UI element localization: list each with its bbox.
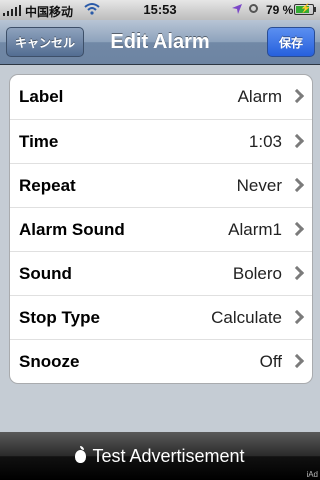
chevron-right-icon [289,353,305,369]
row-value: Never [236,176,282,195]
row-value: Alarm1 [228,220,282,239]
chevron-right-icon [289,265,305,281]
row-value: Alarm [237,87,282,106]
battery-cap [314,7,316,12]
battery-percent: 79 % [266,3,294,17]
ad-banner[interactable]: Test Advertisement iAd [0,432,320,480]
iad-label: iAd [306,470,318,479]
row-title: Repeat [19,176,76,195]
chevron-right-icon [289,221,305,237]
navigation-bar: Edit Alarm キャンセル 保存 [0,20,320,65]
settings-row-alarm-sound[interactable]: Alarm Sound Alarm1 [10,207,312,251]
location-arrow-icon [232,4,242,14]
settings-row-repeat[interactable]: Repeat Never [10,163,312,207]
save-button[interactable]: 保存 [267,27,315,57]
row-title: Snooze [19,352,80,371]
row-title: Label [19,87,64,106]
rotation-lock-icon [249,4,258,13]
settings-row-snooze[interactable]: Snooze Off [10,339,312,383]
settings-row-sound[interactable]: Sound Bolero [10,251,312,295]
charging-bolt-icon: ⚡ [300,3,312,13]
settings-row-label[interactable]: Label Alarm [10,75,312,119]
settings-row-time[interactable]: Time 1:03 [10,119,312,163]
row-value: Bolero [232,264,282,283]
row-value: Calculate [211,308,282,327]
apple-logo-icon [75,446,87,463]
alarm-settings-table: Label Alarm Time 1:03 Repeat Never Alarm… [9,74,313,384]
row-title: Time [19,132,59,151]
row-value: 1:03 [248,132,282,151]
ad-text: Test Advertisement [92,446,245,466]
row-title: Alarm Sound [19,220,125,239]
status-bar: 中国移动 15:53 79 % ⚡ [0,0,320,20]
row-value: Off [259,352,282,371]
chevron-right-icon [289,309,305,325]
cancel-button[interactable]: キャンセル [6,27,84,57]
chevron-right-icon [289,133,305,149]
settings-row-stop-type[interactable]: Stop Type Calculate [10,295,312,339]
row-title: Stop Type [19,308,100,327]
row-title: Sound [19,264,72,283]
chevron-right-icon [289,177,305,193]
chevron-right-icon [289,88,305,104]
